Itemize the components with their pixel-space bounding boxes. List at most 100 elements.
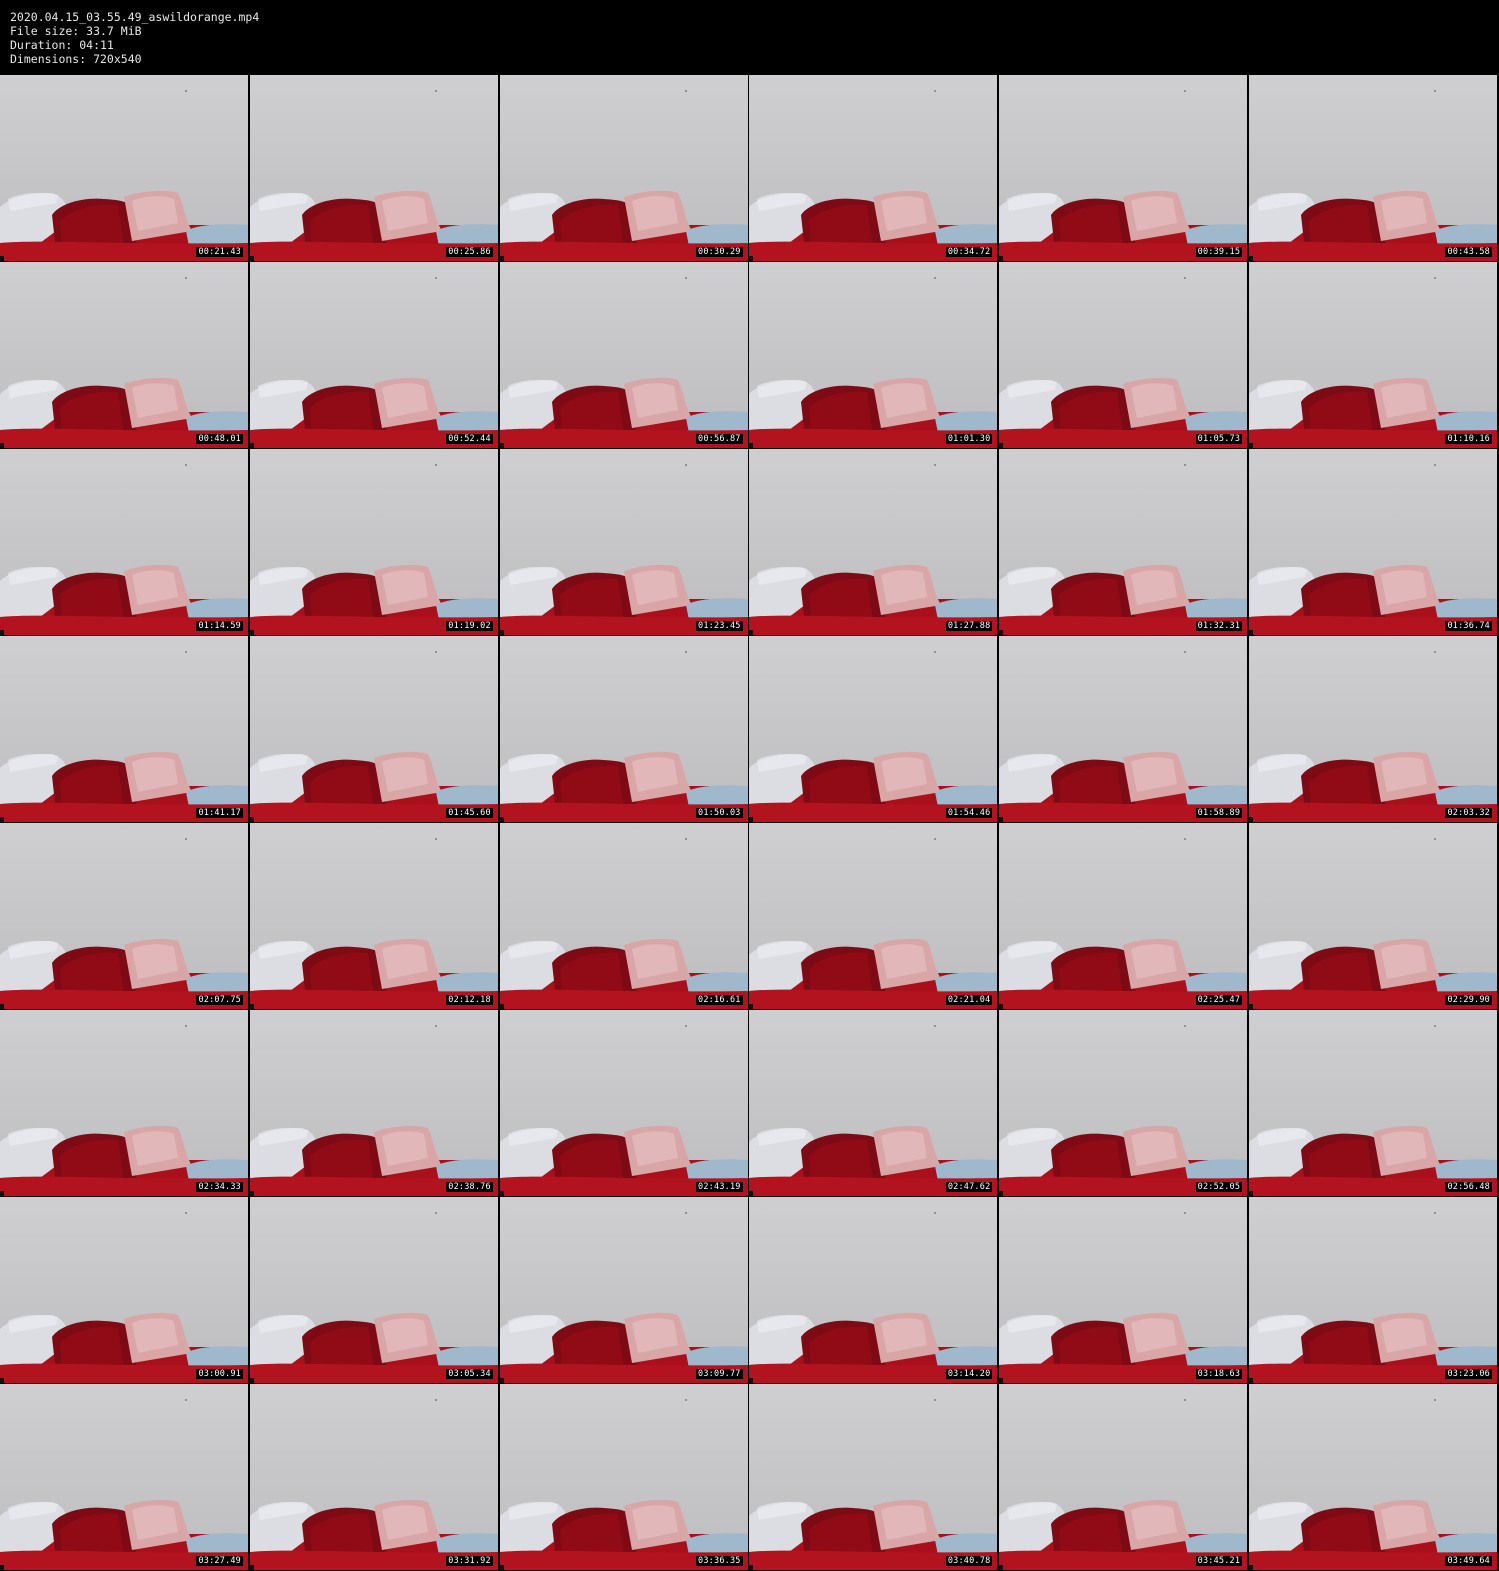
frame-timestamp: 02:29.90 [1445,995,1492,1005]
thumbnail-frame: 03:31.92 [249,1384,498,1570]
video-filename: 2020.04.15_03.55.49_aswildorange.mp4 [10,10,260,24]
video-frame-thumbnail [499,1010,748,1196]
thumbnail-frame: 01:58.89 [999,636,1248,822]
video-frame-thumbnail [1248,1384,1497,1570]
frame-timestamp: 01:23.45 [696,621,743,631]
frame-timestamp: 03:05.34 [446,1369,493,1379]
frame-timestamp: 01:50.03 [696,808,743,818]
video-frame-thumbnail [749,1197,998,1383]
thumbnail-frame: 00:25.86 [249,75,498,261]
frame-timestamp: 00:39.15 [1195,247,1243,257]
frame-timestamp: 02:47.62 [945,1182,993,1192]
video-frame-thumbnail [249,636,498,822]
thumbnail-frame: 00:52.44 [249,262,498,448]
thumbnail-frame: 03:27.49 [0,1384,248,1570]
frame-timestamp: 03:40.78 [945,1556,993,1566]
video-frame-thumbnail [249,1010,498,1196]
video-frame-thumbnail [1248,262,1497,448]
thumbnail-frame: 00:21.43 [0,75,248,261]
thumbnail-frame: 03:14.20 [749,1197,998,1383]
thumbnail-frame: 02:43.19 [499,1010,748,1196]
video-frame-thumbnail [249,1384,498,1570]
video-frame-thumbnail [999,823,1248,1009]
thumbnail-frame: 03:00.91 [0,1197,248,1383]
thumbnail-frame: 01:14.59 [0,449,248,635]
thumbnail-frame: 00:34.72 [749,75,998,261]
frame-timestamp: 00:34.72 [945,247,993,257]
video-frame-thumbnail [0,1384,248,1570]
frame-timestamp: 02:56.48 [1445,1182,1492,1192]
frame-timestamp: 02:34.33 [196,1182,243,1192]
thumbnail-frame: 01:32.31 [999,449,1248,635]
video-frame-thumbnail [749,75,998,261]
frame-timestamp: 01:36.74 [1445,621,1492,631]
thumbnail-frame: 03:49.64 [1248,1384,1497,1570]
thumbnail-frame: 00:56.87 [499,262,748,448]
frame-timestamp: 00:52.44 [446,434,493,444]
thumbnail-frame: 03:40.78 [749,1384,998,1570]
frame-timestamp: 01:41.17 [196,808,243,818]
thumbnail-frame: 03:09.77 [499,1197,748,1383]
frame-timestamp: 01:32.31 [1195,621,1243,631]
video-frame-thumbnail [499,1197,748,1383]
frame-timestamp: 03:36.35 [696,1556,743,1566]
thumbnail-frame: 01:50.03 [499,636,748,822]
thumbnail-frame: 01:45.60 [249,636,498,822]
frame-timestamp: 03:09.77 [696,1369,743,1379]
video-frame-thumbnail [249,1197,498,1383]
video-frame-thumbnail [0,1197,248,1383]
frame-timestamp: 03:14.20 [945,1369,993,1379]
video-frame-thumbnail [249,262,498,448]
thumbnail-frame: 01:54.46 [749,636,998,822]
frame-timestamp: 00:21.43 [196,247,243,257]
thumbnail-frame: 03:23.06 [1248,1197,1497,1383]
thumbnail-frame: 00:39.15 [999,75,1248,261]
video-frame-thumbnail [749,262,998,448]
video-frame-thumbnail [999,449,1248,635]
video-frame-thumbnail [0,75,248,261]
frame-timestamp: 02:38.76 [446,1182,493,1192]
frame-timestamp: 02:52.05 [1195,1182,1243,1192]
frame-timestamp: 03:45.21 [1195,1556,1243,1566]
thumbnail-frame: 02:34.33 [0,1010,248,1196]
thumbnail-grid: 00:21.43 00:25.86 00:30.29 00:34.72 00:3… [0,75,1497,1571]
video-frame-thumbnail [1248,823,1497,1009]
thumbnail-frame: 02:03.32 [1248,636,1497,822]
thumbnail-frame: 02:38.76 [249,1010,498,1196]
file-size: File size: 33.7 MiB [10,24,142,38]
video-frame-thumbnail [0,823,248,1009]
duration: Duration: 04:11 [10,38,114,52]
thumbnail-frame: 01:36.74 [1248,449,1497,635]
thumbnail-frame: 03:36.35 [499,1384,748,1570]
thumbnail-frame: 01:01.30 [749,262,998,448]
video-frame-thumbnail [1248,449,1497,635]
video-frame-thumbnail [499,823,748,1009]
frame-timestamp: 03:23.06 [1445,1369,1492,1379]
video-frame-thumbnail [1248,75,1497,261]
frame-timestamp: 02:25.47 [1195,995,1243,1005]
frame-timestamp: 01:27.88 [945,621,993,631]
frame-timestamp: 01:45.60 [446,808,493,818]
thumbnail-frame: 03:05.34 [249,1197,498,1383]
video-frame-thumbnail [0,1010,248,1196]
video-frame-thumbnail [999,75,1248,261]
video-frame-thumbnail [999,636,1248,822]
video-frame-thumbnail [749,1010,998,1196]
video-frame-thumbnail [999,1384,1248,1570]
video-frame-thumbnail [749,449,998,635]
frame-timestamp: 03:18.63 [1195,1369,1243,1379]
frame-timestamp: 01:01.30 [945,434,993,444]
thumbnail-frame: 03:45.21 [999,1384,1248,1570]
thumbnail-frame: 01:05.73 [999,262,1248,448]
thumbnail-frame: 01:23.45 [499,449,748,635]
frame-timestamp: 01:19.02 [446,621,493,631]
video-frame-thumbnail [749,636,998,822]
frame-timestamp: 00:48.01 [196,434,243,444]
video-frame-thumbnail [749,1384,998,1570]
thumbnail-frame: 03:18.63 [999,1197,1248,1383]
frame-timestamp: 01:05.73 [1195,434,1243,444]
thumbnail-frame: 01:19.02 [249,449,498,635]
thumbnail-frame: 02:16.61 [499,823,748,1009]
thumbnail-frame: 02:29.90 [1248,823,1497,1009]
thumbnail-frame: 02:21.04 [749,823,998,1009]
